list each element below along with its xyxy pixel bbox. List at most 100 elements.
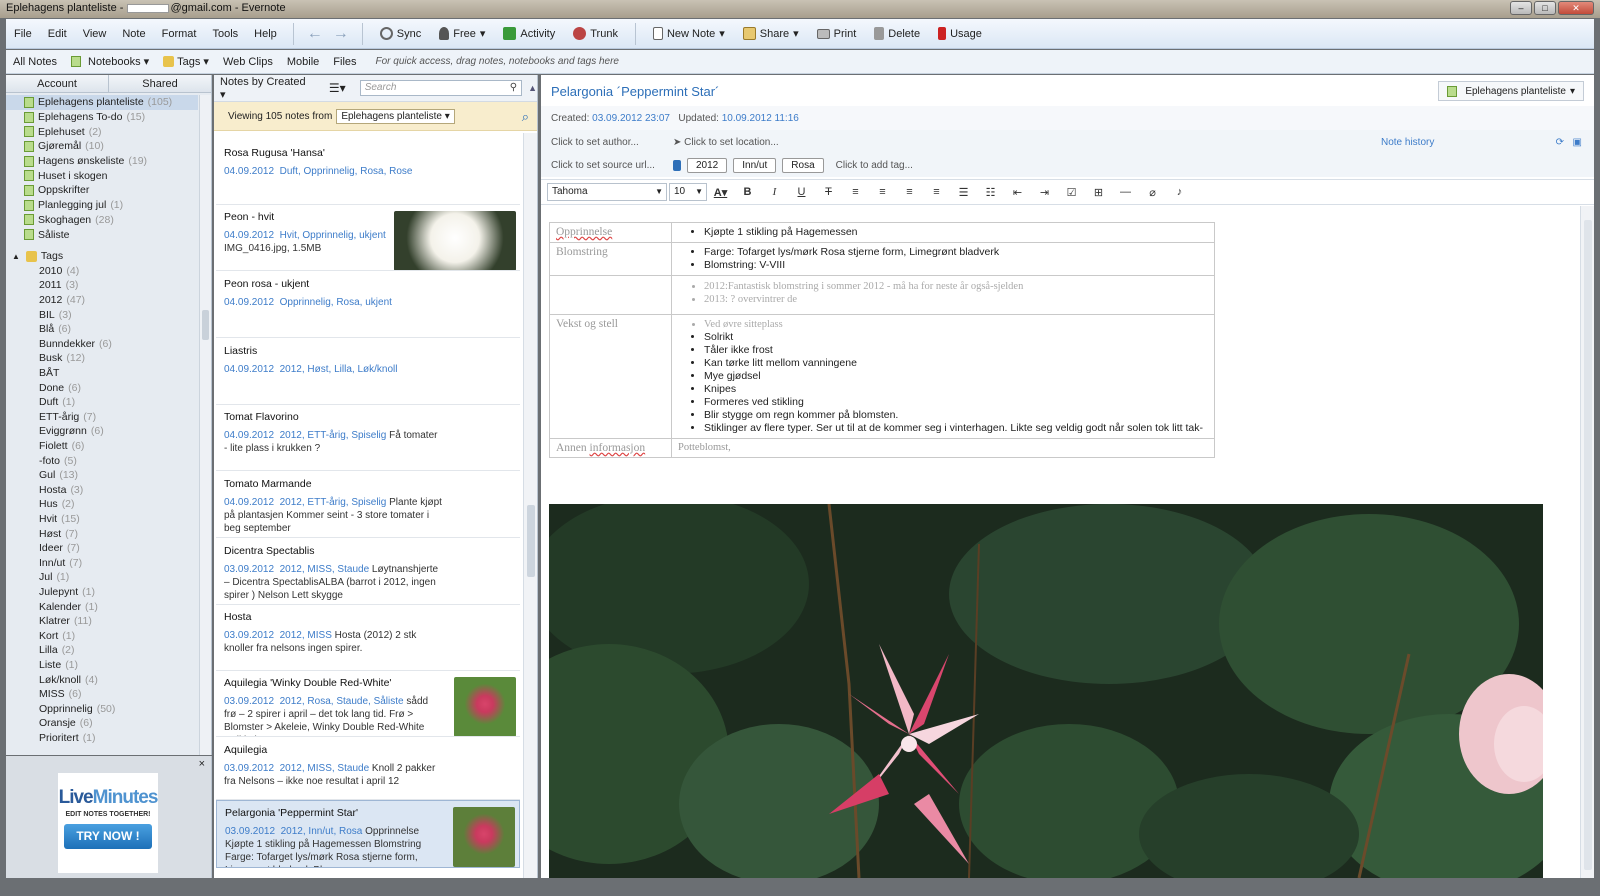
tags-section-header[interactable]: ▲ Tags — [6, 249, 198, 264]
numbered-list-icon[interactable]: ☷ — [977, 186, 1004, 199]
horizontal-rule-icon[interactable]: — — [1112, 186, 1139, 198]
menu-tools[interactable]: Tools — [204, 28, 246, 40]
menu-note[interactable]: Note — [114, 28, 153, 40]
sidebar-notebook-item[interactable]: Skoghagen (28) — [6, 213, 198, 228]
menu-format[interactable]: Format — [154, 28, 205, 40]
sidebar-tag-item[interactable]: Løk/knoll (4) — [6, 673, 198, 688]
note-list-item[interactable]: Tomat Flavorino 04.09.2012 2012, ETT-årig… — [216, 405, 520, 471]
sidebar-tag-item[interactable]: Liste (1) — [6, 658, 198, 673]
strikethrough-icon[interactable]: T — [815, 186, 842, 198]
source-url-field[interactable]: Click to set source url... — [551, 160, 673, 171]
sidebar-notebook-item[interactable]: Eplehagens planteliste (105) — [6, 95, 198, 110]
note-list-item[interactable]: Aquilegia 'Winky Double Red-White' 03.09.… — [216, 671, 520, 737]
scroll-thumb[interactable] — [1584, 220, 1592, 870]
sidebar-notebook-item[interactable]: Eplehagens To-do (15) — [6, 110, 198, 125]
sidebar-tag-item[interactable]: BÅT — [6, 366, 198, 381]
sidebar-tag-item[interactable]: Oransje (6) — [6, 716, 198, 731]
sidebar-tag-item[interactable]: ETT-årig (7) — [6, 410, 198, 425]
sidebar-notebook-item[interactable]: Hagens ønskeliste (19) — [6, 154, 198, 169]
sidebar-tag-item[interactable]: MISS (6) — [6, 687, 198, 702]
share-button[interactable]: Share ▾ — [734, 27, 808, 40]
sidebar-tag-item[interactable]: Kalender (1) — [6, 600, 198, 615]
note-list-item[interactable]: Tomato Marmande 04.09.2012 2012, ETT-årig… — [216, 472, 520, 538]
files-button[interactable]: Files — [326, 56, 363, 68]
table-key-cell[interactable]: Vekst og stell — [549, 314, 672, 439]
collapse-icon[interactable]: ▲ — [528, 83, 537, 93]
sidebar-tag-item[interactable]: Lilla (2) — [6, 643, 198, 658]
sidebar-tag-item[interactable]: Busk (12) — [6, 351, 198, 366]
microphone-icon[interactable]: ♪ — [1166, 186, 1193, 198]
try-now-button[interactable]: TRY NOW ! — [64, 824, 152, 849]
note-list-item[interactable]: Peon rosa - ukjent 04.09.2012 Opprinnelig… — [216, 272, 520, 338]
search-input[interactable]: Search ⚲ — [359, 80, 523, 96]
sidebar-tag-item[interactable]: Bunndekker (6) — [6, 337, 198, 352]
sidebar-tag-item[interactable]: Done (6) — [6, 381, 198, 396]
menu-help[interactable]: Help — [246, 28, 285, 40]
left-scrollbar[interactable] — [199, 95, 211, 755]
tag-pill[interactable]: Rosa — [782, 157, 824, 173]
sidebar-tag-item[interactable]: Julepynt (1) — [6, 585, 198, 600]
sidebar-tag-item[interactable]: 2010 (4) — [6, 264, 198, 279]
sidebar-tag-item[interactable]: Ideer (7) — [6, 541, 198, 556]
note-table[interactable]: Opprinnelse Kjøpte 1 stikling på Hagemes… — [549, 222, 1215, 458]
note-history-link[interactable]: Note history — [1381, 137, 1434, 148]
maximize-button[interactable]: □ — [1534, 1, 1556, 15]
tag-pill[interactable]: 2012 — [687, 157, 728, 173]
scroll-thumb[interactable] — [202, 310, 209, 340]
tag-pill[interactable]: Inn/ut — [733, 157, 777, 173]
menu-edit[interactable]: Edit — [40, 28, 75, 40]
note-list-item[interactable]: Rosa Rugusa 'Hansa' 04.09.2012 Duft, Oppr… — [216, 141, 520, 205]
sidebar-notebook-item[interactable]: Oppskrifter — [6, 183, 198, 198]
close-window-button[interactable]: ✕ — [1558, 1, 1594, 15]
table-icon[interactable]: ⊞ — [1085, 186, 1112, 199]
tags-button[interactable]: Tags ▾ — [156, 55, 216, 68]
bullet-list-icon[interactable]: ☰ — [950, 186, 977, 199]
sidebar-tag-item[interactable]: Kort (1) — [6, 629, 198, 644]
sidebar-tag-item[interactable]: Fiolett (6) — [6, 439, 198, 454]
editor-scrollbar[interactable] — [1580, 206, 1594, 878]
notebooks-button[interactable]: Notebooks ▾ — [64, 55, 156, 68]
comment-icon[interactable]: ▣ — [1573, 137, 1582, 148]
font-family-select[interactable]: Tahoma ▼ — [547, 183, 667, 201]
sidebar-tag-item[interactable]: 2012 (47) — [6, 293, 198, 308]
sidebar-tag-item[interactable]: Hus (2) — [6, 497, 198, 512]
collapse-triangle-icon[interactable]: ▲ — [12, 252, 20, 261]
print-button[interactable]: Print — [808, 28, 866, 40]
sidebar-tag-item[interactable]: Klatrer (11) — [6, 614, 198, 629]
underline-icon[interactable]: U — [788, 186, 815, 198]
livemininutes-ad[interactable]: LiveMinutes EDIT NOTES TOGETHER! TRY NOW… — [58, 773, 158, 873]
italic-icon[interactable]: I — [761, 186, 788, 198]
web-clips-button[interactable]: Web Clips — [216, 56, 280, 68]
sidebar-tag-item[interactable]: Opprinnelig (50) — [6, 702, 198, 717]
bold-icon[interactable]: B — [734, 186, 761, 198]
note-list-item[interactable]: Liastris 04.09.2012 2012, Høst, Lilla, Lø… — [216, 339, 520, 405]
refresh-icon[interactable]: ⟳ — [1556, 137, 1564, 148]
trunk-button[interactable]: Trunk — [564, 27, 627, 40]
free-account-button[interactable]: Free ▾ — [430, 27, 494, 40]
table-value-cell[interactable]: 2012:Fantastisk blomstring i sommer 2012… — [671, 275, 1215, 315]
sidebar-tag-item[interactable]: Eviggrønn (6) — [6, 424, 198, 439]
sidebar-notebook-item[interactable]: Såliste — [6, 227, 198, 242]
location-field[interactable]: Click to set location... — [684, 137, 778, 148]
note-list-item[interactable]: Pelargonia 'Peppermint Star' 03.09.2012 2… — [216, 800, 520, 868]
sidebar-notebook-item[interactable]: Eplehuset (2) — [6, 124, 198, 139]
menu-view[interactable]: View — [75, 28, 115, 40]
sidebar-tag-item[interactable]: Duft (1) — [6, 395, 198, 410]
tab-shared[interactable]: Shared — [109, 75, 211, 92]
usage-button[interactable]: Usage — [929, 27, 991, 40]
table-value-cell[interactable]: Farge: Tofarget lys/mørk Rosa stjerne fo… — [671, 242, 1215, 276]
justify-icon[interactable]: ≡ — [923, 186, 950, 198]
indent-icon[interactable]: ⇥ — [1031, 186, 1058, 199]
note-notebook-selector[interactable]: Eplehagens planteliste ▾ — [1438, 81, 1584, 101]
note-title[interactable]: Pelargonia ´Peppermint Star´ — [551, 84, 719, 99]
sidebar-tag-item[interactable]: Prioritert (1) — [6, 731, 198, 746]
menu-file[interactable]: File — [6, 28, 40, 40]
note-content[interactable]: Opprinnelse Kjøpte 1 stikling på Hagemes… — [541, 206, 1594, 878]
sidebar-notebook-item[interactable]: Planlegging jul (1) — [6, 198, 198, 213]
add-tag-field[interactable]: Click to add tag... — [836, 160, 913, 171]
align-left-icon[interactable]: ≡ — [842, 186, 869, 198]
note-list-item[interactable]: Dicentra Spectablis 03.09.2012 2012, MISS… — [216, 539, 520, 605]
scroll-thumb[interactable] — [527, 505, 535, 577]
table-key-cell[interactable] — [549, 275, 672, 315]
table-key-cell[interactable]: Opprinnelse — [549, 222, 672, 243]
